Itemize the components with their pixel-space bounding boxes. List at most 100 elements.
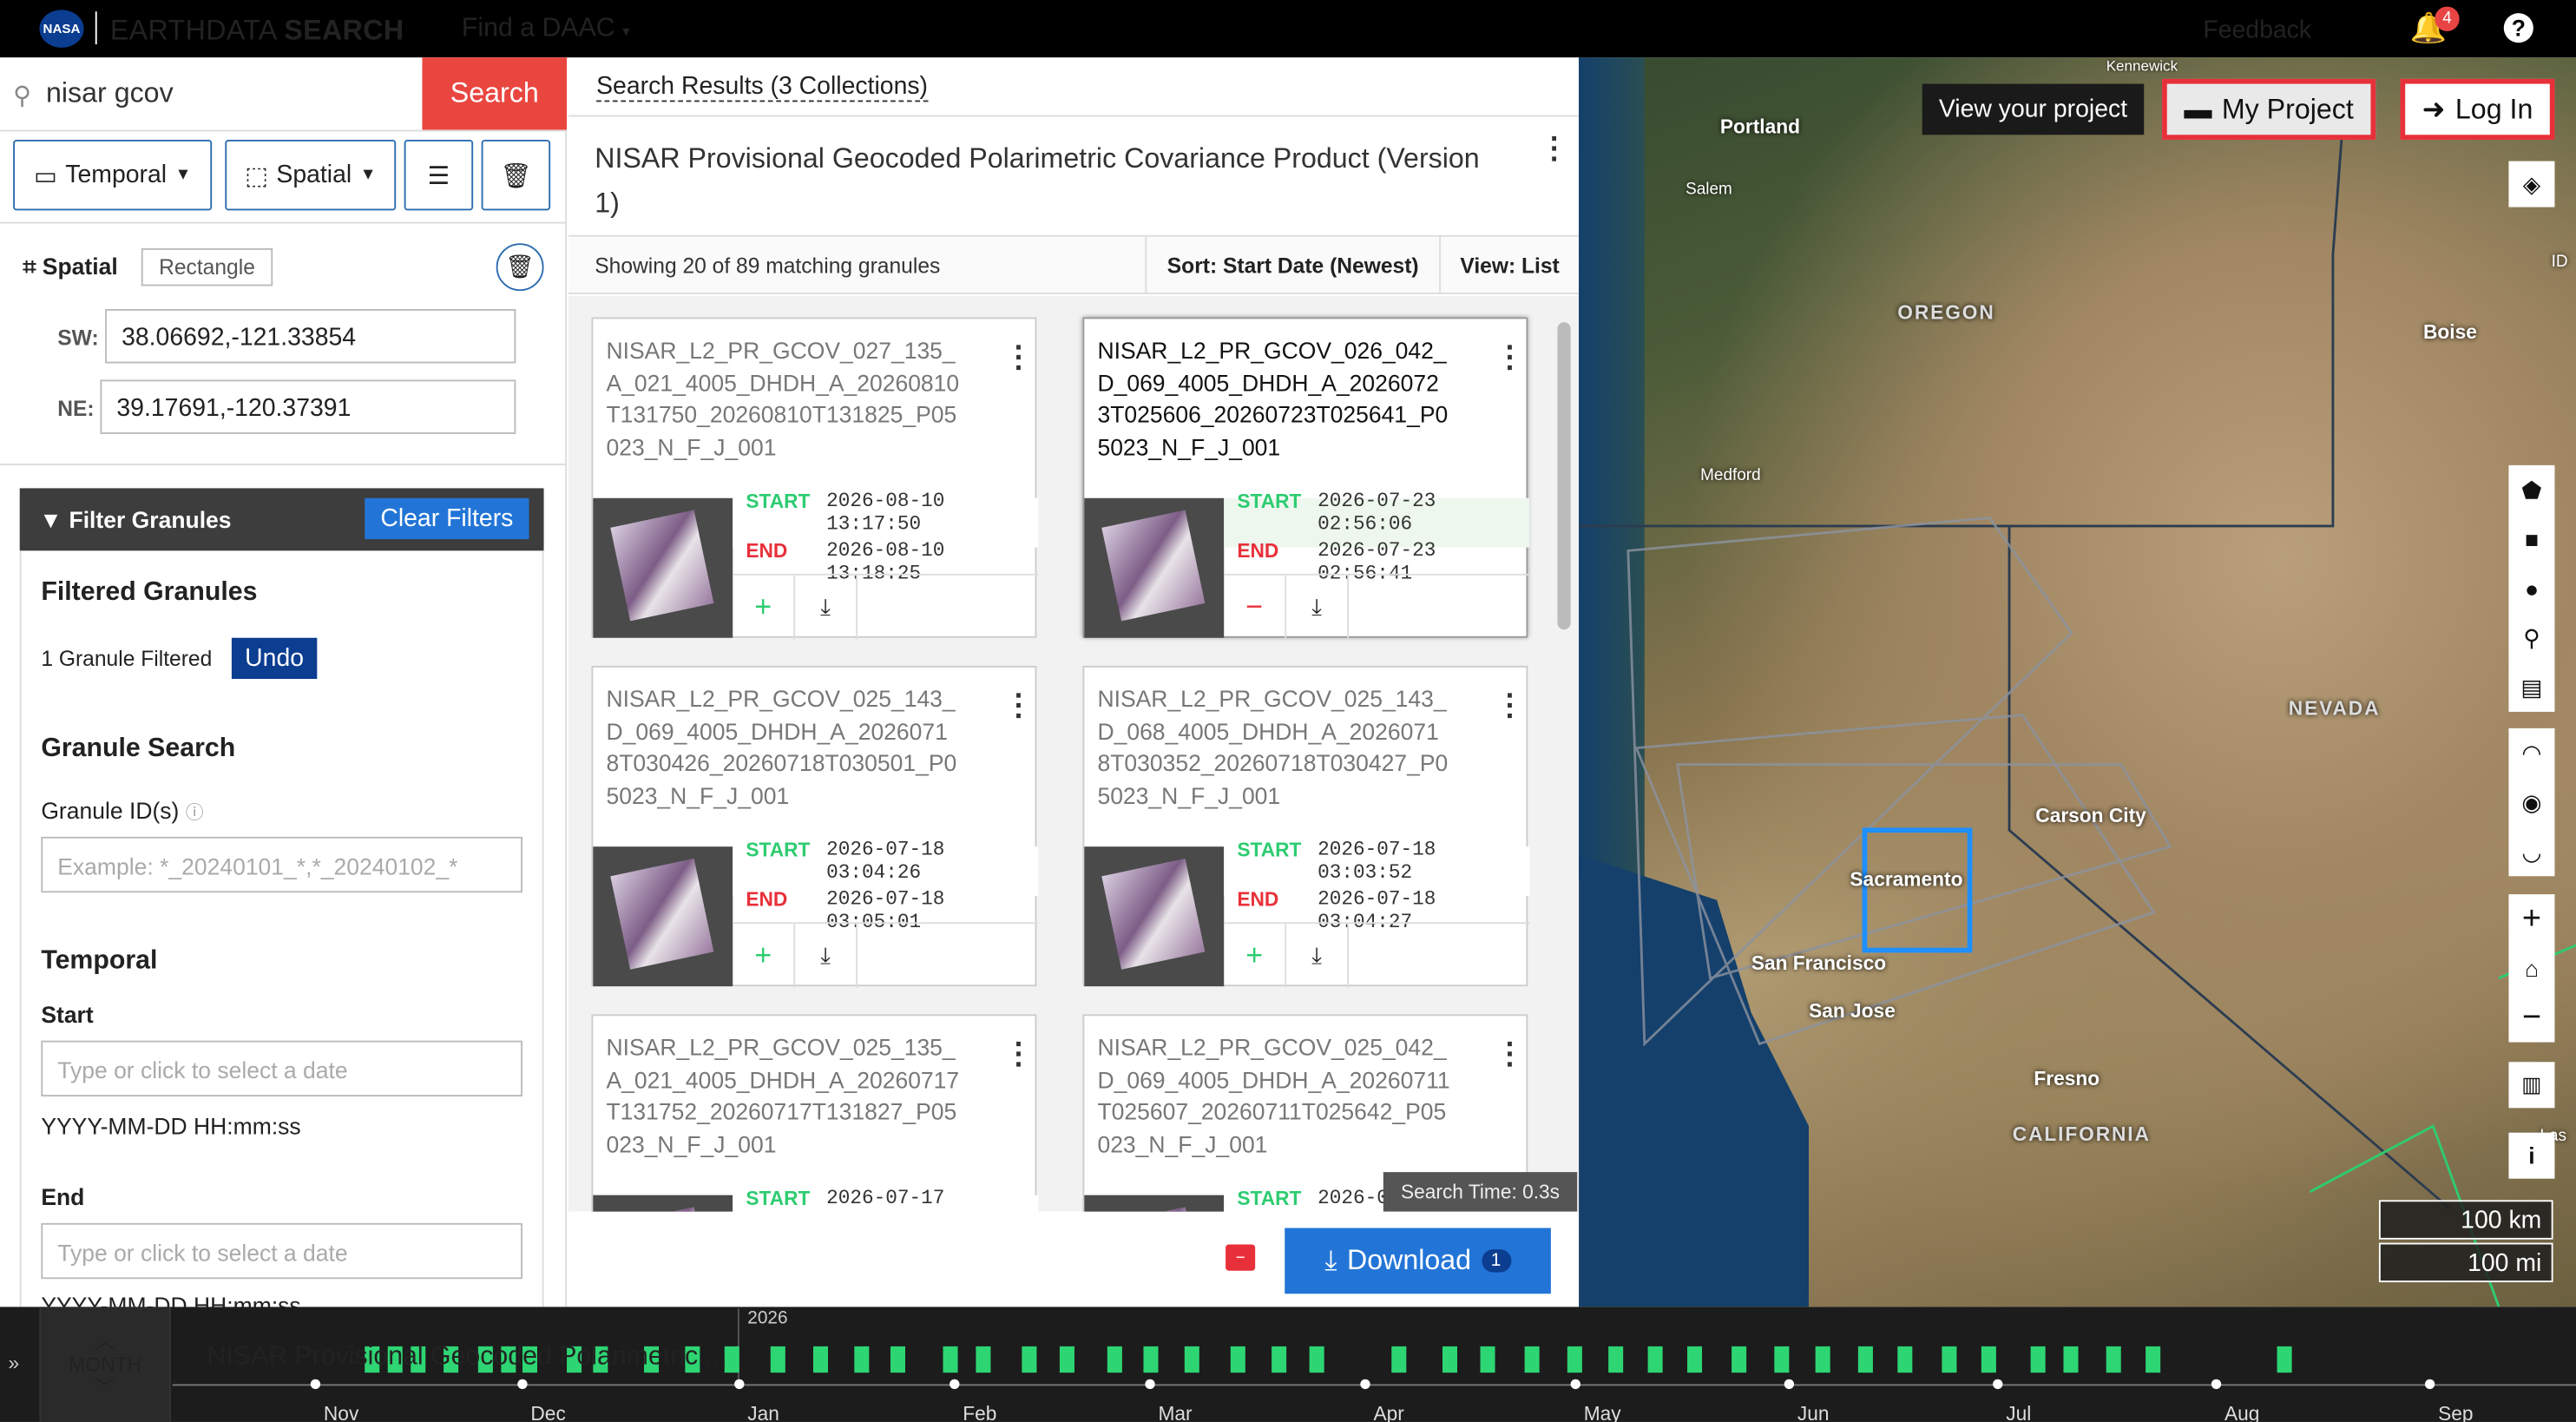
granule-card[interactable]: NISAR_L2_PR_GCOV_027_135_A_021_4005_DHDH… [591,317,1039,640]
timeline-zoom[interactable]: ︿ MONTH ﹀ [39,1307,171,1422]
timeline-collection-name: NISAR Provisional Geocoded Polarimetric … [207,1343,727,1372]
polygon-icon[interactable]: ⬟ [2508,465,2554,515]
granule-menu-icon[interactable]: ⋮ [1495,690,1525,720]
add-granule-icon[interactable]: + [1224,924,1287,989]
search-input[interactable] [46,76,416,112]
caret-down-icon: ▼ [174,166,192,185]
my-project-button[interactable]: ▬ My Project [2162,78,2376,140]
timeline-month-dot [310,1379,321,1390]
start-label: START [1237,1187,1302,1210]
clear-filters-button[interactable]: Clear Filters [365,497,529,540]
search-results-title[interactable]: Search Results (3 Collections) [596,72,929,102]
granule-card[interactable]: NISAR_L2_PR_GCOV_025_135_A_021_4005_DHDH… [591,1014,1039,1212]
file-icon[interactable]: ▤ [2508,662,2554,712]
clear-all-button[interactable]: 🗑 [481,139,551,211]
info-icon[interactable]: i [2508,1132,2555,1179]
find-daac-menu[interactable]: Find a DAAC ▾ [462,15,630,44]
granule-thumbnail[interactable] [1084,497,1225,638]
granule-card[interactable]: NISAR_L2_PR_GCOV_025_143_D_069_4005_DHDH… [591,665,1039,989]
granule-card[interactable]: NISAR_L2_PR_GCOV_025_143_D_068_4005_DHDH… [1082,665,1530,989]
zoom-in-icon[interactable]: + [2508,894,2554,944]
download-granule-icon[interactable]: ⤓ [795,575,858,640]
download-granule-icon[interactable]: ⤓ [1286,575,1350,640]
nasa-logo[interactable]: NASA [39,10,84,48]
start-label: START [746,490,811,513]
ne-coordinate-input[interactable]: 39.17691,-120.37391 [100,379,516,434]
feedback-link[interactable]: Feedback [2203,16,2311,44]
map-label-fresno: Fresno [2034,1066,2100,1090]
spatial-label: ⌗ Spatial [23,253,118,280]
home-icon[interactable]: ⌂ [2508,944,2554,993]
temporal-title: Temporal [41,946,158,975]
spatial-type-badge: Rectangle [141,247,273,286]
selection-icon: ⬚ [245,161,268,190]
start-date-input[interactable]: Type or click to select a date [41,1040,522,1097]
map-icon[interactable]: ▥ [2508,1062,2555,1109]
scale-km: 100 km [2378,1200,2553,1240]
granule-card[interactable]: NISAR_L2_PR_GCOV_026_042_D_069_4005_DHDH… [1082,317,1530,640]
download-granule-icon[interactable]: ⤓ [1286,924,1350,989]
timeline-month-dot [950,1379,960,1390]
granule-id-input[interactable]: Example: *_20240101_*,*_20240102_* [41,836,522,893]
undo-button[interactable]: Undo [231,637,318,680]
sw-coordinate-input[interactable]: 38.06692,-121.33854 [105,308,516,364]
granule-footprints [1626,516,2172,1047]
map-label-idaho: ID [2551,253,2568,272]
layers-icon[interactable]: ◈ [2508,161,2555,207]
login-button[interactable]: ➜ Log In [2400,78,2555,140]
granule-thumbnail[interactable] [1084,846,1225,987]
add-granule-icon[interactable]: + [733,924,796,989]
trash-icon: 🗑 [505,253,535,280]
chevron-up-icon[interactable]: ︿ [69,1330,141,1353]
add-granule-icon[interactable]: + [733,575,796,640]
point-icon[interactable]: ⚲ [2508,613,2554,662]
north-polar-icon[interactable]: ◠ [2508,728,2554,778]
help-icon[interactable]: ? [2503,13,2533,43]
timeline-granule-bar [1732,1346,1747,1373]
scrollbar-thumb[interactable] [1557,322,1571,630]
timeline-month-label: Jun [1797,1402,1830,1422]
sort-dropdown[interactable]: Sort: Start Date (Newest) [1145,234,1442,294]
timeline-month-label: Jul [2006,1402,2032,1422]
advanced-filters-button[interactable]: ☰ [404,139,474,211]
granule-thumbnail[interactable] [593,846,733,987]
granule-menu-icon[interactable]: ⋮ [1004,1039,1034,1069]
spatial-filter-button[interactable]: ⬚ Spatial ▼ [225,139,397,211]
timeline-granule-bar [2030,1346,2046,1373]
timeline-granule-bar [1391,1346,1407,1373]
remove-spatial-button[interactable]: 🗑 [496,243,544,292]
more-options-icon[interactable]: ⋮ [1540,133,1569,162]
filter-icon: ▼ [39,506,62,533]
collapse-timeline-icon[interactable]: » [8,1352,19,1375]
circle-icon[interactable]: ● [2508,564,2554,614]
remove-from-project-icon[interactable]: − [1226,1244,1256,1271]
granule-menu-icon[interactable]: ⋮ [1495,1039,1525,1069]
timeline-granule-bar [1022,1346,1037,1373]
zoom-out-icon[interactable]: − [2508,993,2554,1043]
rectangle-icon[interactable]: ■ [2508,515,2554,564]
remove-granule-icon[interactable]: − [1224,575,1287,640]
granule-menu-icon[interactable]: ⋮ [1004,690,1034,720]
search-button[interactable]: Search [422,57,568,130]
granule-thumbnail[interactable] [1084,1195,1225,1212]
download-granule-icon[interactable]: ⤓ [795,924,858,989]
granule-thumbnail[interactable] [593,1195,733,1212]
timeline-granule-bar [2106,1346,2121,1373]
end-label: END [1237,887,1279,912]
timeline-granule-bar [812,1346,829,1373]
download-button[interactable]: ⤓ Download 1 [1285,1228,1551,1294]
south-polar-icon[interactable]: ◡ [2508,826,2554,876]
view-dropdown[interactable]: View: List [1441,235,1579,294]
app-title[interactable]: EARTHDATA SEARCH [95,11,404,48]
map-label-sacramento: Sacramento [1850,867,1963,892]
end-date-input[interactable]: Type or click to select a date [41,1222,522,1280]
scale-mi: 100 mi [2378,1242,2553,1283]
granule-menu-icon[interactable]: ⋮ [1004,342,1034,372]
granule-name: NISAR_L2_PR_GCOV_027_135_A_021_4005_DHDH… [606,337,960,460]
chevron-down-icon[interactable]: ﹀ [69,1376,141,1399]
globe-icon[interactable]: ◉ [2508,778,2554,827]
timeline-granule-bar [1567,1346,1582,1373]
temporal-filter-button[interactable]: ▭ Temporal ▼ [13,139,213,211]
granule-thumbnail[interactable] [593,497,733,638]
granule-menu-icon[interactable]: ⋮ [1495,342,1525,372]
